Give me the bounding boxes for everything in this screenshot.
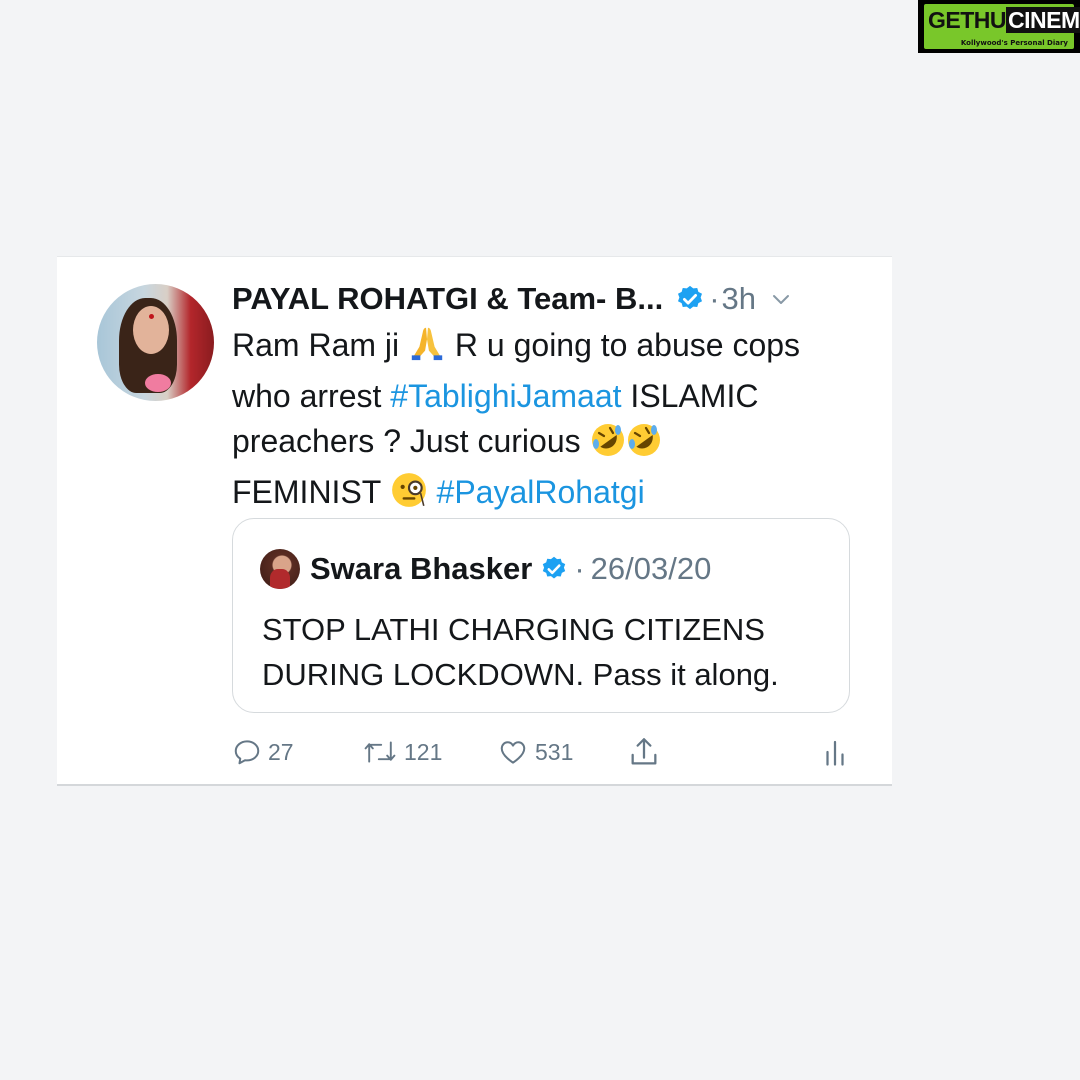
monocle-face-emoji bbox=[390, 471, 428, 521]
verified-badge-icon bbox=[540, 555, 568, 583]
author-avatar[interactable] bbox=[97, 284, 214, 401]
tweet-text: Ram Ram ji R u going to abuse cops who a… bbox=[232, 323, 862, 521]
rofl-emoji bbox=[590, 422, 626, 470]
quoted-tweet[interactable]: Swara Bhasker · 26/03/20 STOP LATHI CHAR… bbox=[232, 518, 850, 713]
like-count: 531 bbox=[535, 738, 574, 765]
quoted-author-name[interactable]: Swara Bhasker bbox=[310, 551, 532, 587]
hashtag-link[interactable]: #TablighiJamaat bbox=[390, 378, 621, 414]
reply-icon bbox=[234, 740, 260, 765]
tweet-time[interactable]: 3h bbox=[722, 281, 756, 317]
folded-hands-emoji bbox=[408, 324, 446, 374]
share-icon bbox=[631, 738, 657, 765]
share-button[interactable] bbox=[627, 732, 661, 772]
author-name[interactable]: PAYAL ROHATGI & Team- B... bbox=[232, 281, 663, 317]
hashtag-link[interactable]: #PayalRohatgi bbox=[437, 474, 645, 510]
retweet-button[interactable]: 121 bbox=[362, 732, 442, 772]
quoted-separator: · bbox=[574, 551, 585, 586]
tweet-card[interactable]: PAYAL ROHATGI & Team- B... · 3h Ram Ram … bbox=[57, 256, 892, 786]
logo-tagline: Kollywood's Personal Diary bbox=[960, 39, 1068, 47]
tweet-header: PAYAL ROHATGI & Team- B... · 3h bbox=[232, 279, 792, 319]
quoted-tweet-text: STOP LATHI CHARGING CITIZENS DURING LOCK… bbox=[262, 612, 779, 692]
analytics-button[interactable] bbox=[822, 732, 848, 772]
tweet-action-bar: 27 121 531 bbox=[232, 732, 857, 772]
gethucinema-logo: GETHUCINEMA Kollywood's Personal Diary bbox=[918, 0, 1080, 53]
chevron-down-icon[interactable] bbox=[770, 288, 792, 310]
analytics-icon bbox=[826, 740, 844, 766]
quoted-date[interactable]: 26/03/20 bbox=[591, 551, 712, 587]
verified-badge-icon bbox=[675, 284, 705, 314]
reply-count: 27 bbox=[268, 738, 294, 765]
like-icon bbox=[500, 741, 526, 764]
quoted-author-avatar[interactable] bbox=[260, 549, 300, 589]
like-button[interactable]: 531 bbox=[497, 732, 573, 772]
quoted-tweet-header: Swara Bhasker · 26/03/20 bbox=[310, 549, 711, 589]
retweet-icon bbox=[364, 741, 396, 763]
rofl-emoji bbox=[626, 422, 662, 470]
reply-button[interactable]: 27 bbox=[232, 732, 294, 772]
logo-wordmark: GETHUCINEMA bbox=[928, 7, 1080, 33]
header-separator: · bbox=[709, 281, 720, 316]
retweet-count: 121 bbox=[404, 738, 443, 765]
